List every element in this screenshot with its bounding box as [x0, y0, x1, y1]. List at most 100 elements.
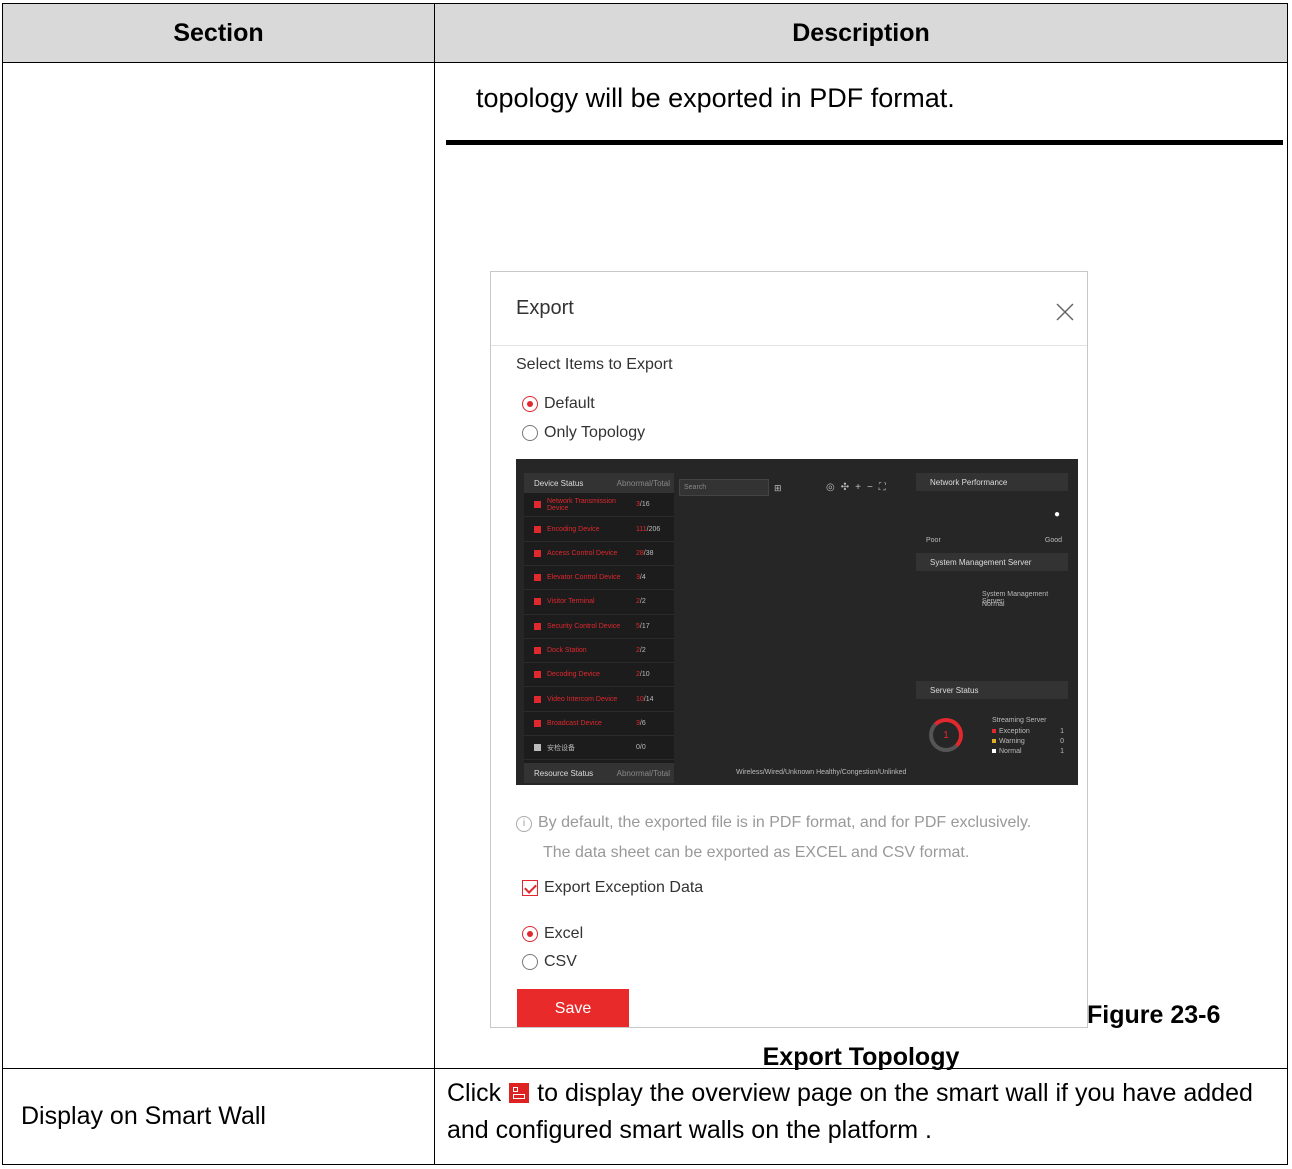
- preview-legend-text: Wireless/Wired/Unknown Healthy/Congestio…: [736, 769, 907, 777]
- radio-only-topology[interactable]: Only Topology: [522, 424, 645, 442]
- good-label: Good: [1044, 537, 1062, 545]
- horizontal-rule: [446, 140, 1283, 146]
- device-status-row: 安检设备 0/0: [524, 736, 674, 761]
- device-name: Elevator Control Device: [547, 574, 621, 582]
- close-icon[interactable]: [1055, 302, 1075, 322]
- export-exception-checkbox[interactable]: Export Exception Data: [522, 879, 703, 897]
- smart-wall-icon: [509, 1082, 530, 1103]
- radio-csv[interactable]: CSV: [522, 953, 577, 971]
- device-type-icon: [534, 574, 541, 582]
- device-abnormal: 10: [636, 695, 644, 703]
- sms-status-line2: Normal: [982, 601, 1005, 609]
- device-name: Encoding Device: [547, 525, 600, 533]
- device-total: /2: [639, 598, 646, 606]
- device-type-icon: [534, 598, 541, 606]
- table-row: Display on Smart Wall Click to display th…: [2, 1067, 1288, 1166]
- topology-preview: Device Status Abnormal/Total Network Tra…: [516, 459, 1078, 786]
- device-name: Video Intercom Device: [547, 695, 618, 703]
- device-status-row: Elevator Control Device 3/4: [524, 566, 674, 591]
- device-total: /14: [643, 695, 654, 703]
- legend-label: Warning: [999, 738, 1025, 746]
- device-status-row: Access Control Device 28/38: [524, 542, 674, 566]
- device-total: /2: [639, 647, 646, 655]
- device-name: Broadcast Device: [547, 719, 602, 727]
- device-name: Visitor Terminal: [547, 598, 595, 606]
- device-status-row: Video Intercom Device 10/14: [524, 687, 674, 712]
- header-section: Section: [2, 2, 435, 64]
- server-legend-item: Warning 0: [992, 737, 1064, 747]
- device-count: 3/6: [636, 720, 674, 727]
- device-type-icon: [534, 671, 541, 679]
- legend-label: Exception: [999, 728, 1030, 736]
- device-count: 3/4: [636, 574, 674, 581]
- device-type-icon: [534, 622, 541, 630]
- figure-number: Figure 23-6: [1087, 1001, 1221, 1030]
- description-rest-text: to display the overview page on the smar…: [447, 1078, 1253, 1144]
- server-status-title: Server Status: [916, 681, 1068, 700]
- table-header-row: Section Description: [2, 2, 1288, 64]
- device-status-row: Dock Station 2/2: [524, 639, 674, 664]
- table-row: topology will be exported in PDF format.…: [2, 62, 1288, 1072]
- right-panel: Network Performance ● Poor Good System M…: [916, 473, 1068, 783]
- device-name: Security Control Device: [547, 622, 621, 630]
- device-type-icon: [534, 647, 541, 655]
- save-button[interactable]: Save: [517, 989, 629, 1028]
- radio-excel[interactable]: Excel: [522, 925, 583, 943]
- radio-default[interactable]: Default: [522, 395, 595, 413]
- section-display-on-smart-wall: Display on Smart Wall: [2, 1067, 435, 1166]
- header-description: Description: [434, 2, 1288, 64]
- device-total: /4: [639, 574, 646, 582]
- device-count: 0/0: [636, 744, 674, 751]
- info-note: i By default, the exported file is in PDF…: [516, 808, 1031, 868]
- dialog-divider: [491, 345, 1087, 347]
- device-status-panel: Device Status Abnormal/Total Network Tra…: [524, 473, 674, 784]
- device-count: 2/2: [636, 598, 674, 605]
- legend-dot-icon: [992, 739, 996, 744]
- radio-checked-icon: [522, 396, 538, 413]
- device-count: 28/38: [636, 550, 674, 557]
- device-status-row: Decoding Device 2/10: [524, 663, 674, 688]
- device-total: /38: [643, 549, 654, 557]
- device-total: /206: [646, 525, 661, 533]
- description-cell: topology will be exported in PDF format.…: [434, 62, 1288, 1072]
- device-count: 3/16: [636, 501, 674, 508]
- info-line1: By default, the exported file is in PDF …: [538, 814, 1032, 832]
- device-name: Decoding Device: [547, 671, 600, 679]
- description-text: topology will be exported in PDF format.: [476, 83, 955, 114]
- device-total: /6: [639, 719, 646, 727]
- device-type-icon: [534, 719, 541, 727]
- document-table: Section Description topology will be exp…: [2, 2, 1288, 1166]
- device-status-title: Device Status: [534, 478, 584, 488]
- dialog-title: Export: [516, 297, 574, 320]
- poor-label: Poor: [926, 537, 941, 545]
- checkbox-checked-icon: [522, 880, 538, 897]
- device-status-row: Encoding Device 111/206: [524, 517, 674, 542]
- map-tools-icons: ◎✣+−⛶: [826, 482, 892, 494]
- server-legend-item: Normal 1: [992, 747, 1064, 757]
- radio-unchecked-icon: [522, 954, 538, 971]
- figure-caption: Export Topology: [762, 1043, 960, 1072]
- legend-value: 0: [1060, 738, 1064, 746]
- grid-icon: ⊞: [774, 483, 782, 494]
- info-icon: i: [516, 816, 532, 833]
- device-count: 2/2: [636, 647, 674, 654]
- location-pin-icon: ●: [1053, 509, 1060, 521]
- device-total: /17: [639, 622, 650, 630]
- legend-value: 1: [1060, 728, 1064, 736]
- device-type-icon: [534, 549, 541, 557]
- device-name: 安检设备: [547, 744, 575, 752]
- export-dialog: Export Select Items to Export Default On…: [490, 271, 1088, 1029]
- radio-unchecked-icon: [522, 425, 538, 442]
- device-total: /10: [639, 671, 650, 679]
- device-status-row: Network Transmission Device 3/16: [524, 493, 674, 518]
- device-count: 5/17: [636, 623, 674, 630]
- device-type-icon: [534, 695, 541, 703]
- device-name: Access Control Device: [547, 549, 618, 557]
- device-status-row: Visitor Terminal 2/2: [524, 590, 674, 615]
- device-abnormal: 28: [636, 549, 644, 557]
- device-status-row: Broadcast Device 3/6: [524, 712, 674, 737]
- abnormal-total-label: Abnormal/Total: [616, 478, 670, 488]
- export-exception-label: Export Exception Data: [544, 879, 704, 897]
- device-abnormal: 111: [636, 525, 647, 533]
- legend-label: Normal: [999, 748, 1022, 756]
